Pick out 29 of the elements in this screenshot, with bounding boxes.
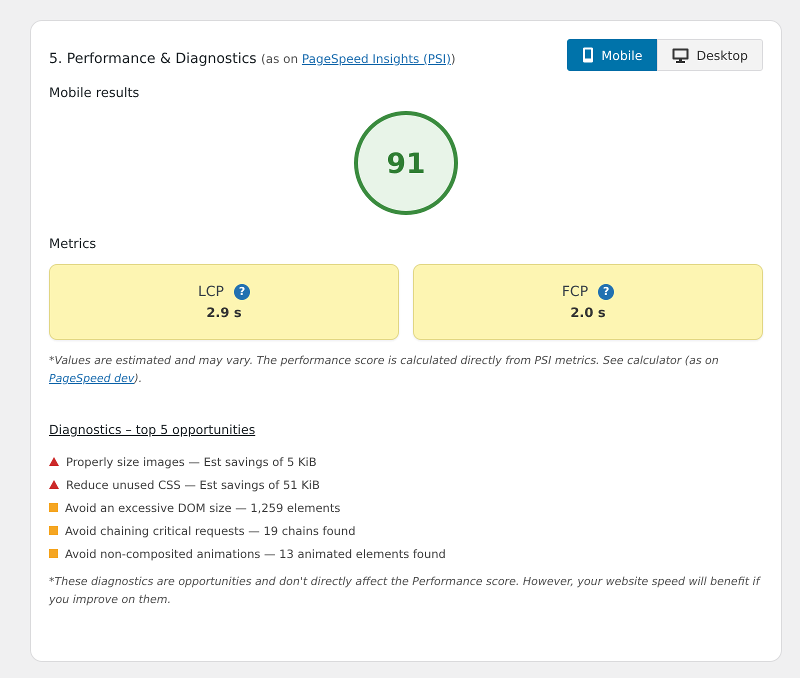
- device-tab[interactable]: Mobile: [567, 39, 658, 71]
- metrics-heading: Metrics: [49, 237, 98, 252]
- metric-name: LCP: [198, 284, 224, 300]
- metrics-note: *Values are estimated and may vary. The performance score is calculated directly from PSI metrics. See calculator (as on PageSpeed dev).: [49, 353, 720, 387]
- device-tab[interactable]: Desktop: [657, 39, 763, 71]
- help-icon[interactable]: ?: [234, 284, 250, 300]
- diagnostic-item: Avoid an excessive DOM size — 1,259 elements: [65, 500, 340, 514]
- phone-icon: [582, 47, 594, 63]
- square-icon: [49, 526, 58, 535]
- metric-value: 2.0 s: [570, 306, 606, 320]
- psi-link[interactable]: PageSpeed Insights (PSI): [302, 52, 451, 66]
- diagnostics-heading: Diagnostics – top 5 opportunities: [49, 422, 256, 437]
- metric-name: FCP: [562, 284, 588, 300]
- square-icon: [49, 503, 58, 512]
- diagnostic-item: Properly size images — Est savings of 5 KiB: [66, 454, 317, 468]
- pagespeed-link[interactable]: PageSpeed dev: [49, 372, 134, 385]
- results-heading: Mobile results: [49, 86, 140, 101]
- section-title: 5. Performance & Diagnostics (as on PageSpeed Insights (PSI)): [49, 51, 456, 67]
- score-gauge: 91: [354, 111, 458, 215]
- square-icon: [49, 549, 58, 558]
- diagnostic-item: Avoid non-composited animations — 13 animated elements found: [65, 546, 446, 560]
- triangle-icon: [49, 480, 59, 489]
- triangle-icon: [49, 457, 59, 466]
- help-icon[interactable]: ?: [598, 284, 614, 300]
- diagnostic-item: Reduce unused CSS — Est savings of 51 KiB: [66, 478, 320, 492]
- diagnostics-note: *These diagnostics are opportunities and don't directly affect the Performance score. However, your website speed will benefit if you improve on them.: [49, 574, 762, 608]
- metric-value: 2.9 s: [206, 306, 242, 320]
- monitor-icon: [672, 48, 690, 62]
- diagnostic-item: Avoid chaining critical requests — 19 chains found: [65, 524, 356, 538]
